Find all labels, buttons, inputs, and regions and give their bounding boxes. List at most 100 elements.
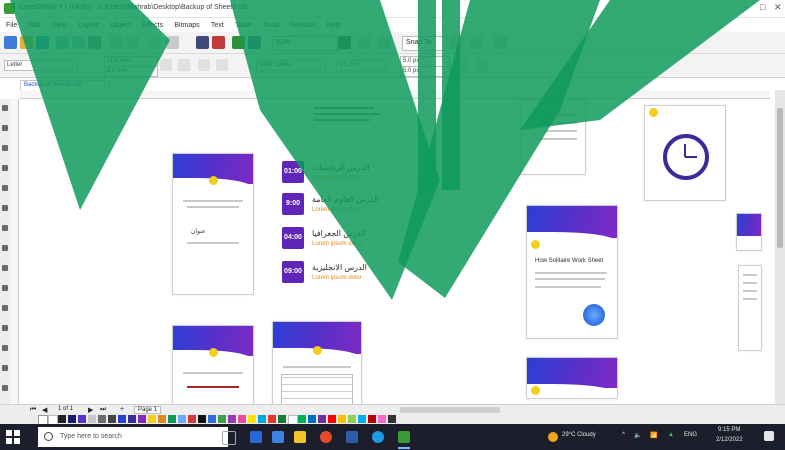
menu-tools[interactable]: Tools	[263, 22, 279, 29]
worksheet-card[interactable]	[272, 321, 362, 409]
show-rulers-icon[interactable]	[358, 36, 371, 49]
swatch[interactable]	[128, 415, 136, 423]
swatch[interactable]	[118, 415, 126, 423]
welcome-screen-icon[interactable]	[248, 36, 261, 49]
page-height-field[interactable]: 8.5 mm	[104, 66, 158, 77]
mail-icon[interactable]	[250, 431, 262, 443]
schedule-time-badge[interactable]: 04:00	[282, 227, 304, 249]
menu-text[interactable]: Text	[211, 22, 224, 29]
last-page-icon[interactable]: ⏭	[100, 406, 106, 414]
import-icon[interactable]	[166, 36, 179, 49]
connector-tool-icon[interactable]	[2, 325, 8, 331]
swatch[interactable]	[58, 415, 66, 423]
app-launcher-icon[interactable]	[232, 36, 245, 49]
zoom-level-select[interactable]: 92%	[272, 36, 337, 51]
freehand-tool-icon[interactable]	[2, 185, 8, 191]
eyedropper-icon[interactable]	[2, 385, 8, 391]
swatch[interactable]	[258, 415, 266, 423]
vertical-ruler[interactable]	[10, 99, 19, 404]
word-icon[interactable]	[346, 431, 358, 443]
ellipse-tool-icon[interactable]	[2, 245, 8, 251]
artistic-media-icon[interactable]	[2, 205, 8, 211]
worksheet-card[interactable]	[736, 213, 762, 251]
swatch[interactable]	[208, 415, 216, 423]
snap-to-select[interactable]: Snap To	[402, 36, 447, 51]
worksheet-card[interactable]	[520, 99, 586, 175]
cut-icon[interactable]	[56, 36, 69, 49]
save-icon[interactable]	[36, 36, 49, 49]
notification-icon[interactable]	[764, 431, 774, 441]
swatch[interactable]	[238, 415, 246, 423]
transparency-icon[interactable]	[2, 365, 8, 371]
minimize-button[interactable]: –	[744, 2, 749, 12]
publish-pdf-icon[interactable]	[212, 36, 225, 49]
zoom-tool-icon[interactable]	[2, 165, 8, 171]
swatch[interactable]	[108, 415, 116, 423]
swatch[interactable]	[198, 415, 206, 423]
paste-icon[interactable]	[88, 36, 101, 49]
horizontal-ruler[interactable]	[20, 90, 770, 99]
crop-tool-icon[interactable]	[2, 145, 8, 151]
volume-icon[interactable]: 🔈	[634, 432, 641, 439]
menu-edit[interactable]: Edit	[29, 22, 41, 29]
file-explorer-icon[interactable]	[294, 431, 306, 443]
current-page-icon[interactable]	[216, 59, 228, 71]
all-pages-icon[interactable]	[198, 59, 210, 71]
schedule-time-badge[interactable]: 9:00	[282, 193, 304, 215]
document-tab[interactable]: Backup of Sheet6.cdr	[20, 80, 110, 90]
swatch[interactable]	[178, 415, 186, 423]
swatch[interactable]	[228, 415, 236, 423]
drawing-canvas[interactable]: عنوان 01:00 الدرس الرياضيات Lorem ipsum …	[20, 99, 775, 409]
pick-tool-icon[interactable]	[2, 105, 8, 111]
add-page-icon[interactable]: +	[120, 406, 124, 413]
new-icon[interactable]	[4, 36, 17, 49]
schedule-time-badge[interactable]: 09:00	[282, 261, 304, 283]
worksheet-card[interactable]	[526, 357, 618, 399]
swatch[interactable]	[138, 415, 146, 423]
treat-as-filled-icon[interactable]	[456, 59, 468, 71]
drop-shadow-icon[interactable]	[2, 345, 8, 351]
quick-customize-icon[interactable]	[494, 36, 507, 49]
swatch[interactable]	[148, 415, 156, 423]
polygon-tool-icon[interactable]	[2, 265, 8, 271]
task-view-icon[interactable]	[222, 431, 236, 445]
undo-icon[interactable]	[110, 36, 123, 49]
menu-effects[interactable]: Effects	[142, 22, 163, 29]
network-icon[interactable]: 📶	[650, 432, 657, 439]
text-tool-icon[interactable]	[2, 285, 8, 291]
page-preset-select[interactable]: Letter	[4, 60, 78, 71]
swatch[interactable]	[168, 415, 176, 423]
swatch[interactable]	[188, 415, 196, 423]
clock-date[interactable]: 2/12/2022	[716, 437, 743, 443]
close-button[interactable]: ✕	[774, 2, 782, 13]
swatch[interactable]	[358, 415, 366, 423]
vertical-scrollbar[interactable]	[775, 90, 785, 404]
swatch[interactable]	[378, 415, 386, 423]
duplicate-y-field[interactable]: 5.0 px	[400, 66, 450, 77]
menu-bitmaps[interactable]: Bitmaps	[174, 22, 199, 29]
swatch[interactable]	[328, 415, 336, 423]
battery-icon[interactable]: ▲	[668, 432, 674, 438]
menu-object[interactable]: Object	[110, 22, 130, 29]
schedule-time-badge[interactable]: 01:00	[282, 161, 304, 183]
page-tab[interactable]: Page 1	[134, 406, 162, 414]
swatch[interactable]	[298, 415, 306, 423]
first-page-icon[interactable]: ⏮	[30, 406, 36, 414]
options-page-icon[interactable]	[476, 59, 488, 71]
taskbar-search-box[interactable]: Type here to search	[38, 427, 228, 447]
weather-app-icon[interactable]	[272, 431, 284, 443]
coreldraw-taskbar-icon[interactable]	[398, 431, 410, 443]
swatch[interactable]	[158, 415, 166, 423]
prev-page-icon[interactable]: ◀	[42, 406, 47, 414]
swatch[interactable]	[368, 415, 376, 423]
export-icon[interactable]	[196, 36, 209, 49]
scrollbar-thumb[interactable]	[777, 108, 783, 248]
worksheet-card[interactable]	[738, 265, 762, 351]
swatch[interactable]	[268, 415, 276, 423]
menu-help[interactable]: Help	[327, 22, 341, 29]
worksheet-card[interactable]	[172, 325, 254, 409]
clock-time[interactable]: 9:15 PM	[718, 427, 740, 433]
swatch[interactable]	[98, 415, 106, 423]
swatch[interactable]	[388, 415, 396, 423]
menu-window[interactable]: Window	[291, 22, 316, 29]
